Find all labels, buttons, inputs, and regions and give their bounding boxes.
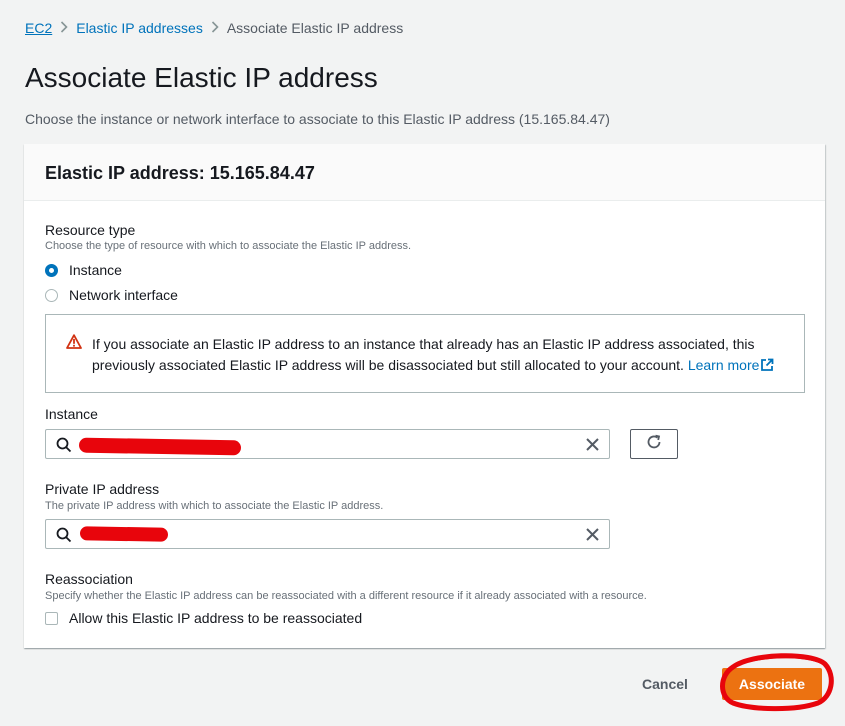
clear-private-ip-icon[interactable] [586, 528, 599, 546]
search-icon [56, 437, 72, 458]
clear-instance-icon[interactable] [586, 438, 599, 456]
associate-panel: Elastic IP address: 15.165.84.47 Resourc… [24, 144, 825, 648]
resource-type-label: Resource type [45, 222, 136, 238]
cancel-button[interactable]: Cancel [629, 668, 701, 700]
reassociation-hint: Specify whether the Elastic IP address c… [45, 590, 647, 602]
radio-network-interface[interactable]: Network interface [45, 287, 178, 303]
page-title: Associate Elastic IP address [25, 62, 378, 93]
instance-search-input[interactable] [45, 429, 610, 459]
warning-message: If you associate an Elastic IP address t… [92, 336, 755, 373]
search-icon [56, 527, 72, 548]
radio-instance-label: Instance [69, 262, 122, 278]
resource-type-hint: Choose the type of resource with which t… [45, 240, 412, 252]
chevron-right-icon [203, 20, 227, 36]
panel-header: Elastic IP address: 15.165.84.47 [24, 144, 825, 201]
breadcrumb-elastic-ip-link[interactable]: Elastic IP addresses [76, 20, 203, 36]
redaction-mark [78, 437, 242, 456]
radio-network-interface-label: Network interface [69, 287, 178, 303]
breadcrumb-current: Associate Elastic IP address [226, 20, 404, 36]
associate-button[interactable]: Associate [722, 668, 822, 700]
panel-title: Elastic IP address: 15.165.84.47 [45, 163, 315, 183]
refresh-button[interactable] [630, 429, 678, 459]
private-ip-search-input[interactable] [45, 519, 610, 549]
breadcrumb-ec2-link[interactable]: EC2 [25, 20, 52, 36]
warning-alert: If you associate an Elastic IP address t… [45, 314, 805, 393]
reassociation-checkbox[interactable] [45, 611, 58, 625]
learn-more-link[interactable]: Learn more [688, 357, 760, 373]
warning-text: If you associate an Elastic IP address t… [92, 334, 792, 378]
reassociation-label: Reassociation [45, 571, 133, 587]
reassociation-checkbox-label: Allow this Elastic IP address to be reas… [69, 610, 363, 626]
external-link-icon[interactable] [760, 357, 774, 378]
private-ip-hint: The private IP address with which to ass… [45, 500, 384, 512]
warning-icon [66, 334, 82, 354]
radio-instance[interactable]: Instance [45, 262, 122, 278]
instance-label: Instance [45, 406, 98, 422]
page-description: Choose the instance or network interface… [25, 111, 610, 127]
radio-instance-control[interactable] [45, 263, 58, 277]
chevron-right-icon [52, 20, 76, 36]
reassociation-checkbox-row[interactable]: Allow this Elastic IP address to be reas… [45, 610, 362, 626]
refresh-icon [646, 434, 662, 455]
redaction-mark [79, 526, 169, 542]
breadcrumb: EC2 Elastic IP addresses Associate Elast… [25, 20, 403, 36]
radio-network-interface-control[interactable] [45, 288, 58, 302]
private-ip-label: Private IP address [45, 481, 160, 497]
